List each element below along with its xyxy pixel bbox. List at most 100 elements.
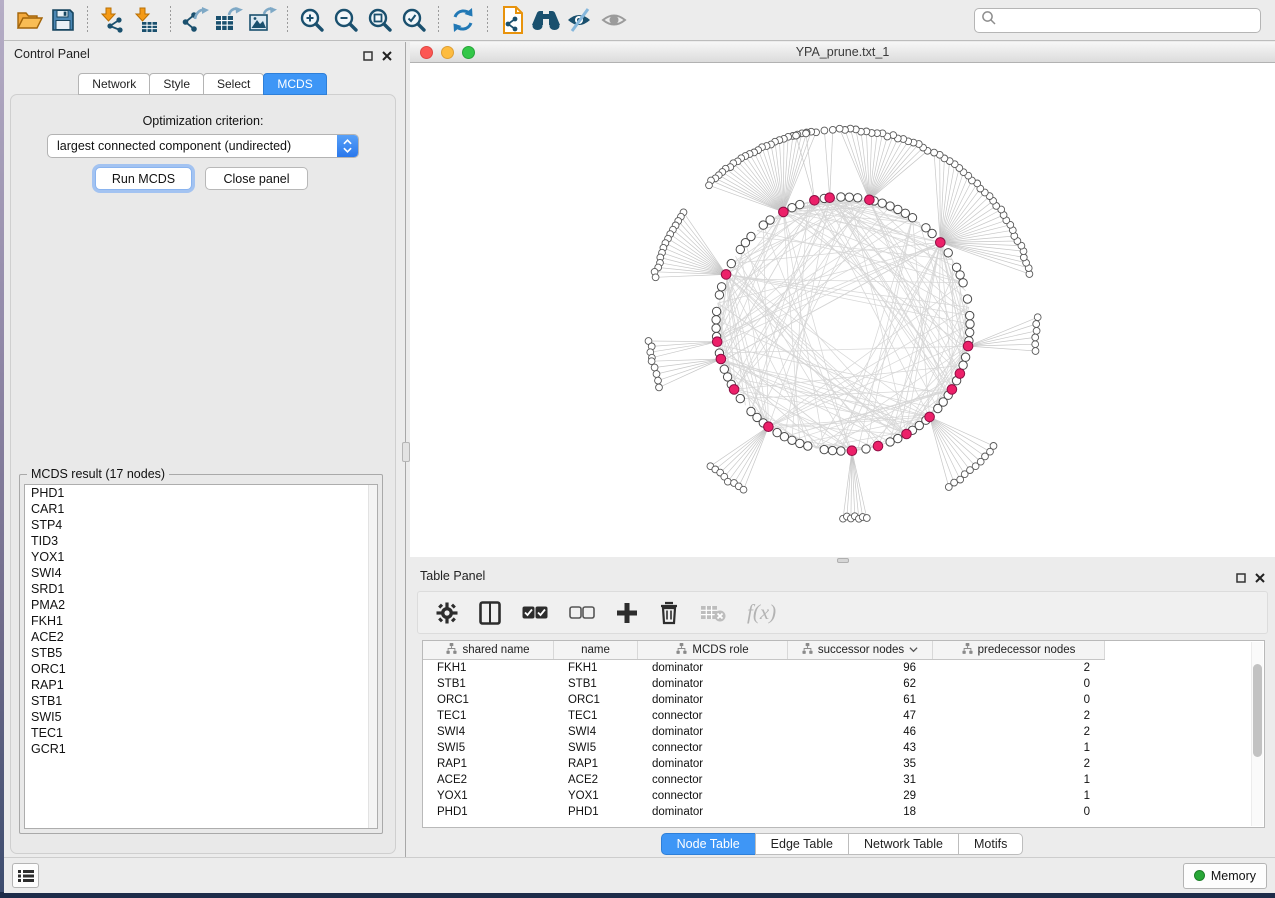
save-session-icon[interactable] xyxy=(46,3,80,37)
criterion-dropdown[interactable]: largest connected component (undirected) xyxy=(47,134,359,158)
cell-mcds-role[interactable]: connector xyxy=(638,790,788,802)
table-scrollbar-thumb[interactable] xyxy=(1253,664,1262,757)
table-row[interactable]: ORC1ORC1dominator610 xyxy=(423,692,1264,708)
cell-mcds-role[interactable]: connector xyxy=(638,742,788,754)
cell-name[interactable]: ACE2 xyxy=(554,774,638,786)
export-table-icon[interactable] xyxy=(212,3,246,37)
mcds-result-item[interactable]: STB1 xyxy=(25,693,377,709)
horizontal-splitter[interactable] xyxy=(410,557,1275,564)
deselect-all-icon[interactable] xyxy=(569,606,595,619)
cell-predecessor-nodes[interactable]: 1 xyxy=(933,774,1105,786)
hide-graphics-details-icon[interactable] xyxy=(563,3,597,37)
tab-motifs[interactable]: Motifs xyxy=(958,833,1023,855)
cell-name[interactable]: PHD1 xyxy=(554,806,638,818)
cell-shared-name[interactable]: PHD1 xyxy=(423,806,554,818)
close-panel-icon[interactable] xyxy=(1255,570,1265,588)
cell-successor-nodes[interactable]: 46 xyxy=(788,726,933,738)
splitter-grip[interactable] xyxy=(402,442,410,462)
mcds-result-item[interactable]: SWI4 xyxy=(25,565,377,581)
cell-successor-nodes[interactable]: 31 xyxy=(788,774,933,786)
cell-mcds-role[interactable]: dominator xyxy=(638,662,788,674)
cell-shared-name[interactable]: ACE2 xyxy=(423,774,554,786)
cell-name[interactable]: YOX1 xyxy=(554,790,638,802)
cell-name[interactable]: SWI5 xyxy=(554,742,638,754)
cell-successor-nodes[interactable]: 18 xyxy=(788,806,933,818)
tab-node-table[interactable]: Node Table xyxy=(661,833,756,855)
table-row[interactable]: YOX1YOX1connector291 xyxy=(423,788,1264,804)
table-row[interactable]: RAP1RAP1dominator352 xyxy=(423,756,1264,772)
cell-predecessor-nodes[interactable]: 2 xyxy=(933,710,1105,722)
cell-name[interactable]: STB1 xyxy=(554,678,638,690)
mcds-result-item[interactable]: PMA2 xyxy=(25,597,377,613)
node-table[interactable]: shared namenameMCDS rolesuccessor nodesp… xyxy=(422,640,1265,828)
mcds-result-item[interactable]: GCR1 xyxy=(25,741,377,757)
memory-button[interactable]: Memory xyxy=(1183,863,1267,889)
mcds-result-item[interactable]: SRD1 xyxy=(25,581,377,597)
cell-shared-name[interactable]: STB1 xyxy=(423,678,554,690)
column-header-shared-name[interactable]: shared name xyxy=(423,641,554,659)
export-image-icon[interactable] xyxy=(246,3,280,37)
column-header-predecessor-nodes[interactable]: predecessor nodes xyxy=(933,641,1105,659)
table-scrollbar[interactable] xyxy=(1251,642,1263,826)
close-panel-icon[interactable] xyxy=(382,48,392,66)
cell-name[interactable]: SWI4 xyxy=(554,726,638,738)
panel-menu-button[interactable] xyxy=(12,863,39,888)
table-row[interactable]: TEC1TEC1connector472 xyxy=(423,708,1264,724)
run-mcds-button[interactable]: Run MCDS xyxy=(95,167,192,190)
table-settings-icon[interactable] xyxy=(436,602,458,624)
tab-mcds[interactable]: MCDS xyxy=(263,73,326,95)
mcds-result-list[interactable]: PHD1CAR1STP4TID3YOX1SWI4SRD1PMA2FKH1ACE2… xyxy=(24,484,378,829)
search-field[interactable] xyxy=(974,8,1261,33)
table-row[interactable]: STB1STB1dominator620 xyxy=(423,676,1264,692)
table-row[interactable]: PHD1PHD1dominator180 xyxy=(423,804,1264,820)
cell-predecessor-nodes[interactable]: 0 xyxy=(933,806,1105,818)
zoom-selected-icon[interactable] xyxy=(397,3,431,37)
window-zoom-button[interactable] xyxy=(462,46,475,59)
table-row[interactable]: SWI5SWI5connector431 xyxy=(423,740,1264,756)
float-panel-icon[interactable] xyxy=(363,48,373,66)
cell-predecessor-nodes[interactable]: 0 xyxy=(933,678,1105,690)
show-columns-icon[interactable] xyxy=(479,601,501,625)
cell-name[interactable]: ORC1 xyxy=(554,694,638,706)
cell-mcds-role[interactable]: dominator xyxy=(638,758,788,770)
cell-predecessor-nodes[interactable]: 2 xyxy=(933,726,1105,738)
vertical-splitter[interactable] xyxy=(402,42,410,857)
zoom-in-icon[interactable] xyxy=(295,3,329,37)
cell-successor-nodes[interactable]: 61 xyxy=(788,694,933,706)
mcds-result-item[interactable]: PHD1 xyxy=(25,485,377,501)
mcds-result-item[interactable]: SWI5 xyxy=(25,709,377,725)
mcds-result-item[interactable]: CAR1 xyxy=(25,501,377,517)
export-network-icon[interactable] xyxy=(178,3,212,37)
cell-name[interactable]: RAP1 xyxy=(554,758,638,770)
open-file-icon[interactable] xyxy=(12,3,46,37)
close-panel-button[interactable]: Close panel xyxy=(205,167,308,190)
mcds-result-item[interactable]: RAP1 xyxy=(25,677,377,693)
cell-shared-name[interactable]: SWI5 xyxy=(423,742,554,754)
window-close-button[interactable] xyxy=(420,46,433,59)
table-row[interactable]: SWI4SWI4dominator462 xyxy=(423,724,1264,740)
network-canvas[interactable] xyxy=(410,64,1275,557)
table-row[interactable]: ACE2ACE2connector311 xyxy=(423,772,1264,788)
mcds-result-item[interactable]: ORC1 xyxy=(25,661,377,677)
cell-successor-nodes[interactable]: 47 xyxy=(788,710,933,722)
import-network-icon[interactable] xyxy=(95,3,129,37)
cell-predecessor-nodes[interactable]: 0 xyxy=(933,694,1105,706)
cell-mcds-role[interactable]: connector xyxy=(638,710,788,722)
cell-shared-name[interactable]: RAP1 xyxy=(423,758,554,770)
cell-predecessor-nodes[interactable]: 2 xyxy=(933,662,1105,674)
zoom-fit-icon[interactable] xyxy=(363,3,397,37)
cell-mcds-role[interactable]: dominator xyxy=(638,678,788,690)
search-input[interactable] xyxy=(997,13,1254,27)
tab-style[interactable]: Style xyxy=(149,73,204,95)
update-network-icon[interactable] xyxy=(446,3,480,37)
mcds-result-item[interactable]: TID3 xyxy=(25,533,377,549)
mcds-list-scrollbar[interactable] xyxy=(368,485,377,828)
add-column-icon[interactable] xyxy=(616,602,638,624)
mcds-result-item[interactable]: FKH1 xyxy=(25,613,377,629)
cell-mcds-role[interactable]: dominator xyxy=(638,726,788,738)
cell-shared-name[interactable]: FKH1 xyxy=(423,662,554,674)
mcds-result-item[interactable]: ACE2 xyxy=(25,629,377,645)
column-header-successor-nodes[interactable]: successor nodes xyxy=(788,641,933,659)
cell-shared-name[interactable]: SWI4 xyxy=(423,726,554,738)
table-row[interactable]: FKH1FKH1dominator962 xyxy=(423,660,1264,676)
